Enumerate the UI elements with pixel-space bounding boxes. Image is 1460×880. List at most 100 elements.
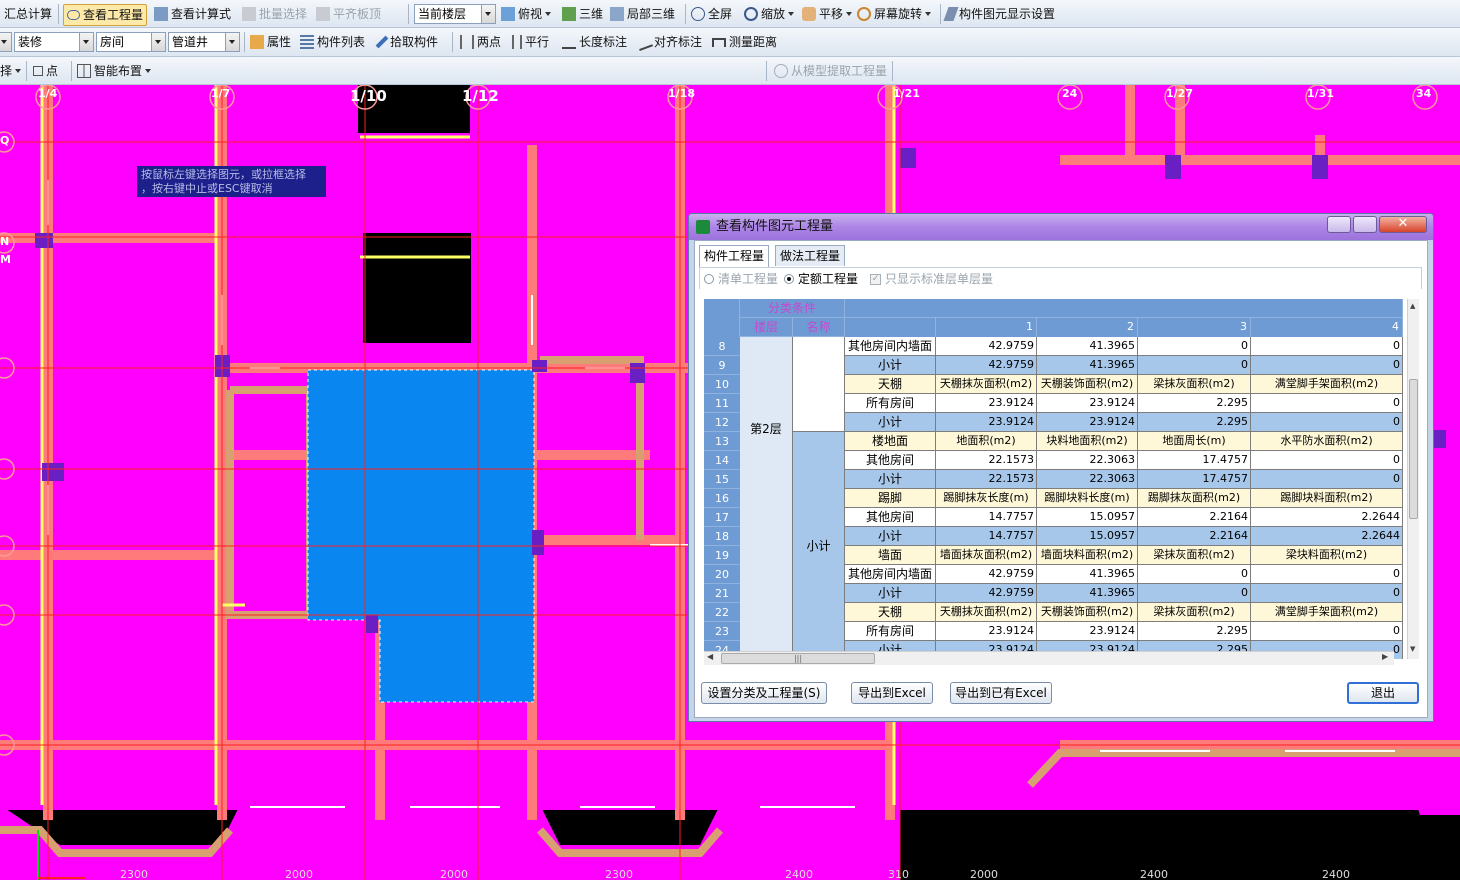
flush-slab-button[interactable]: 平齐板顶 <box>316 4 381 24</box>
row-name-cell[interactable]: 小计 <box>845 356 936 375</box>
qty-cell[interactable]: 0 <box>1251 356 1403 375</box>
exit-button[interactable]: 退出 <box>1347 682 1419 704</box>
qty-cell[interactable]: 41.3965 <box>1037 356 1138 375</box>
qty-cell[interactable]: 2.2164 <box>1138 508 1251 527</box>
qty-cell[interactable]: 0 <box>1138 565 1251 584</box>
qty-cell[interactable]: 23.9124 <box>936 622 1037 641</box>
qty-cell[interactable]: 块料地面积(m2) <box>1037 432 1138 451</box>
qty-cell[interactable]: 14.7757 <box>936 508 1037 527</box>
qty-cell[interactable]: 2.2164 <box>1138 527 1251 546</box>
qty-cell[interactable]: 天棚抹灰面积(m2) <box>936 375 1037 394</box>
qty-cell[interactable]: 22.1573 <box>936 451 1037 470</box>
row-number[interactable]: 10 <box>704 375 740 394</box>
set-class-button[interactable]: 设置分类及工程量(S) <box>701 682 827 704</box>
name-combo[interactable]: 管道井 <box>168 32 240 52</box>
align-dim-button[interactable]: 对齐标注 <box>635 32 702 52</box>
select-button[interactable]: 择 <box>0 61 22 81</box>
row-name-cell[interactable]: 天棚 <box>845 375 936 394</box>
checkbox-std-floor[interactable]: ✓ 只显示标准层单层量 <box>870 271 993 287</box>
local-3d-button[interactable]: 局部三维 <box>610 4 675 24</box>
row-name-cell[interactable]: 所有房间 <box>845 622 936 641</box>
row-name-cell[interactable]: 小计 <box>845 527 936 546</box>
row-number[interactable]: 20 <box>704 565 740 584</box>
point-button[interactable]: 点 <box>33 61 58 81</box>
row-number[interactable]: 9 <box>704 356 740 375</box>
batch-select-button[interactable]: 批量选择 <box>242 4 307 24</box>
qty-cell[interactable]: 2.2644 <box>1251 508 1403 527</box>
chevron-down-icon[interactable] <box>481 5 495 23</box>
pick-component-button[interactable]: 拾取构件 <box>375 32 438 52</box>
qty-cell[interactable]: 0 <box>1251 451 1403 470</box>
row-number[interactable]: 22 <box>704 603 740 622</box>
scroll-down-icon[interactable]: ▼ <box>1410 645 1415 653</box>
two-points-button[interactable]: 两点 <box>460 32 501 52</box>
qty-cell[interactable]: 14.7757 <box>936 527 1037 546</box>
qty-cell[interactable]: 踢脚抹灰长度(m) <box>936 489 1037 508</box>
row-name-cell[interactable]: 踢脚 <box>845 489 936 508</box>
subtotal-group-cell[interactable]: 小计 <box>793 432 845 659</box>
type-combo[interactable]: 房间 <box>96 32 166 52</box>
qty-cell[interactable]: 0 <box>1251 394 1403 413</box>
qty-cell[interactable]: 0 <box>1138 356 1251 375</box>
three-d-button[interactable]: 三维 <box>562 4 603 24</box>
parallel-button[interactable]: 平行 <box>512 32 549 52</box>
qty-cell[interactable]: 23.9124 <box>936 413 1037 432</box>
screen-rotate-button[interactable]: 屏幕旋转 <box>857 4 932 24</box>
display-settings-button[interactable]: 构件图元显示设置 <box>943 4 1055 24</box>
qty-cell[interactable]: 17.4757 <box>1138 451 1251 470</box>
full-screen-button[interactable]: 全屏 <box>691 4 732 24</box>
qty-cell[interactable]: 0 <box>1251 413 1403 432</box>
extract-qty-button[interactable]: 从模型提取工程量 <box>774 61 887 81</box>
qty-cell[interactable]: 22.3063 <box>1037 470 1138 489</box>
row-number[interactable]: 12 <box>704 413 740 432</box>
row-name-cell[interactable]: 墙面 <box>845 546 936 565</box>
qty-cell[interactable]: 天棚装饰面积(m2) <box>1037 603 1138 622</box>
qty-cell[interactable]: 墙面块料面积(m2) <box>1037 546 1138 565</box>
qty-cell[interactable]: 22.3063 <box>1037 451 1138 470</box>
qty-cell[interactable]: 梁抹灰面积(m2) <box>1138 375 1251 394</box>
horizontal-scroll-thumb[interactable]: ||| <box>721 653 875 664</box>
qty-cell[interactable]: 地面积(m2) <box>936 432 1037 451</box>
summary-calc-button[interactable]: 汇总计算 <box>4 4 52 24</box>
row-number[interactable]: 11 <box>704 394 740 413</box>
qty-cell[interactable]: 天棚装饰面积(m2) <box>1037 375 1138 394</box>
qty-cell[interactable]: 41.3965 <box>1037 337 1138 356</box>
qty-cell[interactable]: 墙面抹灰面积(m2) <box>936 546 1037 565</box>
row-number[interactable]: 23 <box>704 622 740 641</box>
qty-cell[interactable]: 0 <box>1251 470 1403 489</box>
row-number[interactable]: 18 <box>704 527 740 546</box>
qty-cell[interactable]: 地面周长(m) <box>1138 432 1251 451</box>
qty-cell[interactable]: 15.0957 <box>1037 527 1138 546</box>
vertical-scroll-thumb[interactable] <box>1409 379 1418 519</box>
qty-grid[interactable]: 分类条件 楼层 名称 1 2 3 4 第2层 小计 8 其他房间内墙面 42.975… <box>704 299 1403 659</box>
qty-cell[interactable]: 23.9124 <box>936 394 1037 413</box>
radio-quota-qty[interactable]: 定额工程量 <box>784 271 858 287</box>
minimize-button[interactable] <box>1327 216 1351 233</box>
qty-cell[interactable]: 23.9124 <box>1037 622 1138 641</box>
qty-cell[interactable]: 41.3965 <box>1037 584 1138 603</box>
row-name-cell[interactable]: 其他房间 <box>845 508 936 527</box>
qty-cell[interactable]: 2.295 <box>1138 394 1251 413</box>
qty-cell[interactable]: 42.9759 <box>936 565 1037 584</box>
qty-cell[interactable]: 踢脚块料面积(m2) <box>1251 489 1403 508</box>
chevron-down-icon[interactable] <box>151 33 165 51</box>
row-name-cell[interactable]: 楼地面 <box>845 432 936 451</box>
row-number[interactable]: 21 <box>704 584 740 603</box>
qty-cell[interactable]: 0 <box>1138 584 1251 603</box>
category-combo[interactable]: 装修 <box>14 32 94 52</box>
qty-cell[interactable]: 0 <box>1138 337 1251 356</box>
zoom-button[interactable]: 缩放 <box>744 4 795 24</box>
export-excel-button[interactable]: 导出到Excel <box>851 682 933 704</box>
qty-cell[interactable]: 41.3965 <box>1037 565 1138 584</box>
view-formula-button[interactable]: 查看计算式 <box>154 4 231 24</box>
pan-button[interactable]: 平移 <box>802 4 853 24</box>
floor-cell[interactable]: 第2层 <box>740 337 793 659</box>
qty-cell[interactable]: 2.2644 <box>1251 527 1403 546</box>
row-number[interactable]: 14 <box>704 451 740 470</box>
row-number[interactable]: 19 <box>704 546 740 565</box>
qty-cell[interactable]: 22.1573 <box>936 470 1037 489</box>
smart-layout-button[interactable]: 智能布置 <box>77 61 152 81</box>
qty-cell[interactable]: 15.0957 <box>1037 508 1138 527</box>
row-number[interactable]: 13 <box>704 432 740 451</box>
chevron-down-icon[interactable] <box>225 33 239 51</box>
